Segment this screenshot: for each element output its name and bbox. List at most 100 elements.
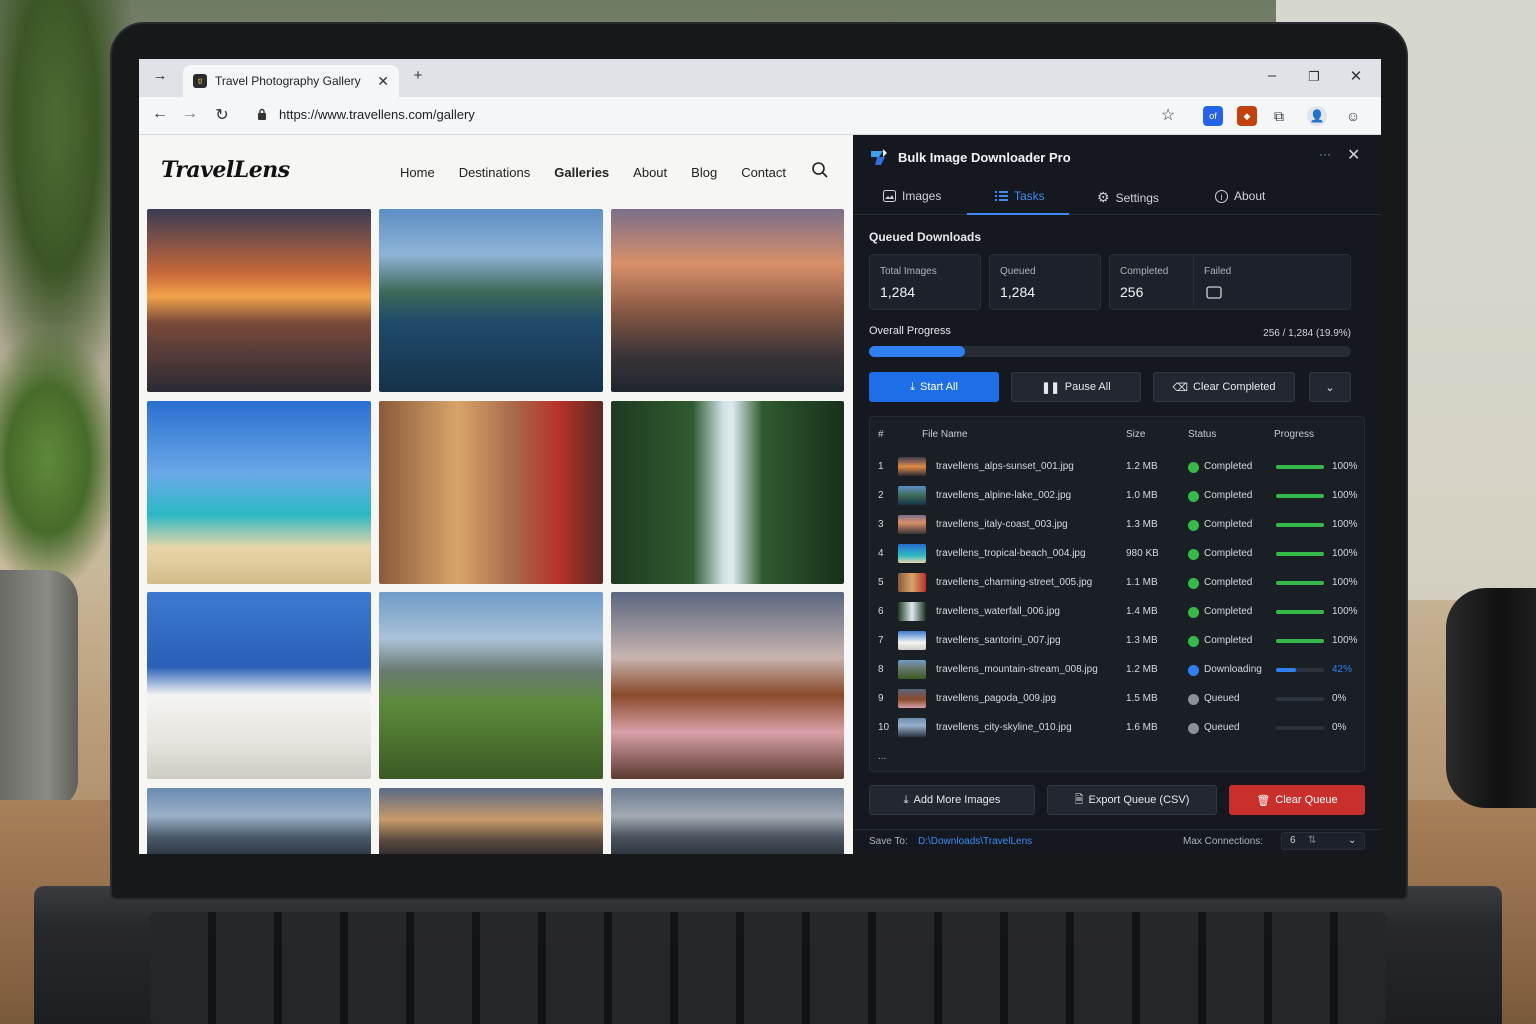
forward-nav-icon[interactable]: → [179,105,201,123]
table-row[interactable]: 6 travellens_waterfall_006.jpg 1.4 MB Compl… [870,598,1366,627]
stepper-icon[interactable]: ⇅ [1308,835,1316,846]
row-progress-fill [1276,552,1324,556]
nav-blog[interactable]: Blog [691,165,717,180]
download-icon: ⤓ [910,380,915,393]
table-row[interactable]: 1 travellens_alps-sunset_001.jpg 1.2 MB Com… [870,453,1366,482]
photo-alps-sunset[interactable] [147,209,371,392]
row-status: Completed [1204,519,1253,530]
row-progress-bar [1276,494,1324,498]
photo-skyscrapers[interactable] [611,788,844,854]
minimize-icon[interactable]: – [1261,67,1283,84]
row-index: 7 [878,635,884,646]
row-progress-fill [1276,523,1324,527]
row-progress-bar [1276,465,1324,469]
extensions-puzzle-icon[interactable]: ⧉ [1269,106,1289,126]
extension-blue-icon[interactable]: of [1203,106,1223,126]
table-row[interactable]: 10 travellens_city-skyline_010.jpg 1.6 MB Q… [870,714,1366,743]
photo-italy-coast[interactable] [611,209,844,392]
photo-tropical-beach[interactable] [147,401,371,584]
column-header-file-name[interactable]: File Name [922,429,968,440]
more-options-icon[interactable]: ··· [1319,147,1331,161]
photo-waterfall[interactable] [611,401,844,584]
photo-mountain-stream[interactable] [379,592,603,779]
refresh-icon[interactable]: ↻ [211,105,233,125]
table-row[interactable]: 9 travellens_pagoda_009.jpg 1.5 MB Queued 0% [870,685,1366,714]
photo-city-skyline[interactable] [379,788,603,854]
photo-pagoda[interactable] [611,592,844,779]
max-connections-select[interactable]: 6 ⇅ ⌄ [1281,832,1365,850]
tab-settings[interactable]: ⚙ Settings [1097,189,1159,206]
coffee-mug [1446,588,1536,808]
status-icon [1188,578,1199,589]
back-icon[interactable]: ← [149,105,171,123]
row-status: Completed [1204,490,1253,501]
column-header-progress[interactable]: Progress [1274,429,1314,440]
nav-contact[interactable]: Contact [741,165,786,180]
profile-icon[interactable]: 👤 [1307,106,1327,126]
tab-tasks-label: Tasks [1014,189,1045,203]
browser-tab-bar: → tl Travel Photography Gallery ✕ + – ❐ … [139,59,1381,97]
window-close-icon[interactable]: ✕ [1345,67,1367,85]
table-row[interactable]: 7 travellens_santorini_007.jpg 1.3 MB Compl… [870,627,1366,656]
table-row[interactable]: 4 travellens_tropical-beach_004.jpg 980 KB… [870,540,1366,569]
row-progress-value: 100% [1332,461,1358,472]
photo-mountain-peak[interactable] [147,788,371,854]
table-row[interactable]: 2 travellens_alpine-lake_002.jpg 1.0 MB Com… [870,482,1366,511]
export-file-icon: 🗎 [1074,793,1084,806]
row-progress-value: 100% [1332,635,1358,646]
chevron-down-icon: ⌄ [1348,835,1357,846]
browser-tab[interactable]: tl Travel Photography Gallery ✕ [183,65,399,97]
row-progress-bar [1276,610,1324,614]
tab-images[interactable]: Images [883,189,941,203]
column-header-size[interactable]: Size [1126,429,1145,440]
panel-close-icon[interactable]: ✕ [1347,145,1360,165]
status-icon [1188,607,1199,618]
account-avatar-icon[interactable]: ☺ [1343,106,1363,126]
panel-title: Bulk Image Downloader Pro [898,150,1071,165]
new-tab-icon[interactable]: + [407,67,429,84]
nav-about[interactable]: About [633,165,667,180]
row-progress-fill [1276,668,1297,672]
close-icon[interactable]: ✕ [377,73,389,90]
nav-destinations[interactable]: Destinations [459,165,531,180]
row-status: Completed [1204,461,1253,472]
url-field[interactable]: https://www.travellens.com/gallery [279,107,475,122]
table-row[interactable]: 3 travellens_italy-coast_003.jpg 1.3 MB Com… [870,511,1366,540]
nav-galleries[interactable]: Galleries [554,165,609,180]
stat-queued: Queued 1,284 [989,254,1101,310]
photo-santorini[interactable] [147,592,371,779]
row-progress-fill [1276,610,1324,614]
more-actions-dropdown[interactable]: ⌄ [1309,372,1351,402]
add-more-images-button[interactable]: ⤓ Add More Images [869,785,1035,815]
nav-home[interactable]: Home [400,165,435,180]
tab-about-label: About [1234,189,1266,203]
export-queue-button[interactable]: 🗎 Export Queue (CSV) [1047,785,1217,815]
clear-queue-button[interactable]: 🗑 Clear Queue [1229,785,1365,815]
row-status: Queued [1204,693,1240,704]
row-progress-value: 42% [1332,664,1353,675]
search-icon[interactable] [811,161,829,179]
row-thumbnail [898,573,926,592]
row-thumbnail [898,660,926,679]
clear-completed-button[interactable]: ⌫ Clear Completed [1153,372,1295,402]
tab-about[interactable]: i About [1215,189,1265,203]
photo-alpine-lake[interactable] [379,209,603,392]
row-size: 980 KB [1126,548,1159,559]
tab-tasks[interactable]: Tasks [995,189,1045,203]
panel-footer: Save To: D:\Downloads\TravelLens Max Con… [853,829,1381,854]
table-row[interactable]: 8 travellens_mountain-stream_008.jpg 1.2 M… [870,656,1366,685]
status-icon [1188,694,1199,705]
star-icon[interactable]: ☆ [1157,105,1179,125]
row-index: 1 [878,461,884,472]
site-logo[interactable]: TravelLens [161,157,290,183]
pause-all-button[interactable]: ❚❚ Pause All [1011,372,1141,402]
column-header-status[interactable]: Status [1188,429,1216,440]
start-all-button[interactable]: ⤓ Start All [869,372,999,402]
extension-orange-icon[interactable]: ◆ [1237,106,1257,126]
overall-progress-label: Overall Progress [869,325,951,337]
forward-icon[interactable]: → [149,67,171,84]
table-row[interactable]: 5 travellens_charming-street_005.jpg 1.1 M… [870,569,1366,598]
photo-charming-street[interactable] [379,401,603,584]
save-to-path-link[interactable]: D:\Downloads\TravelLens [918,836,1032,847]
restore-icon[interactable]: ❐ [1303,69,1325,85]
